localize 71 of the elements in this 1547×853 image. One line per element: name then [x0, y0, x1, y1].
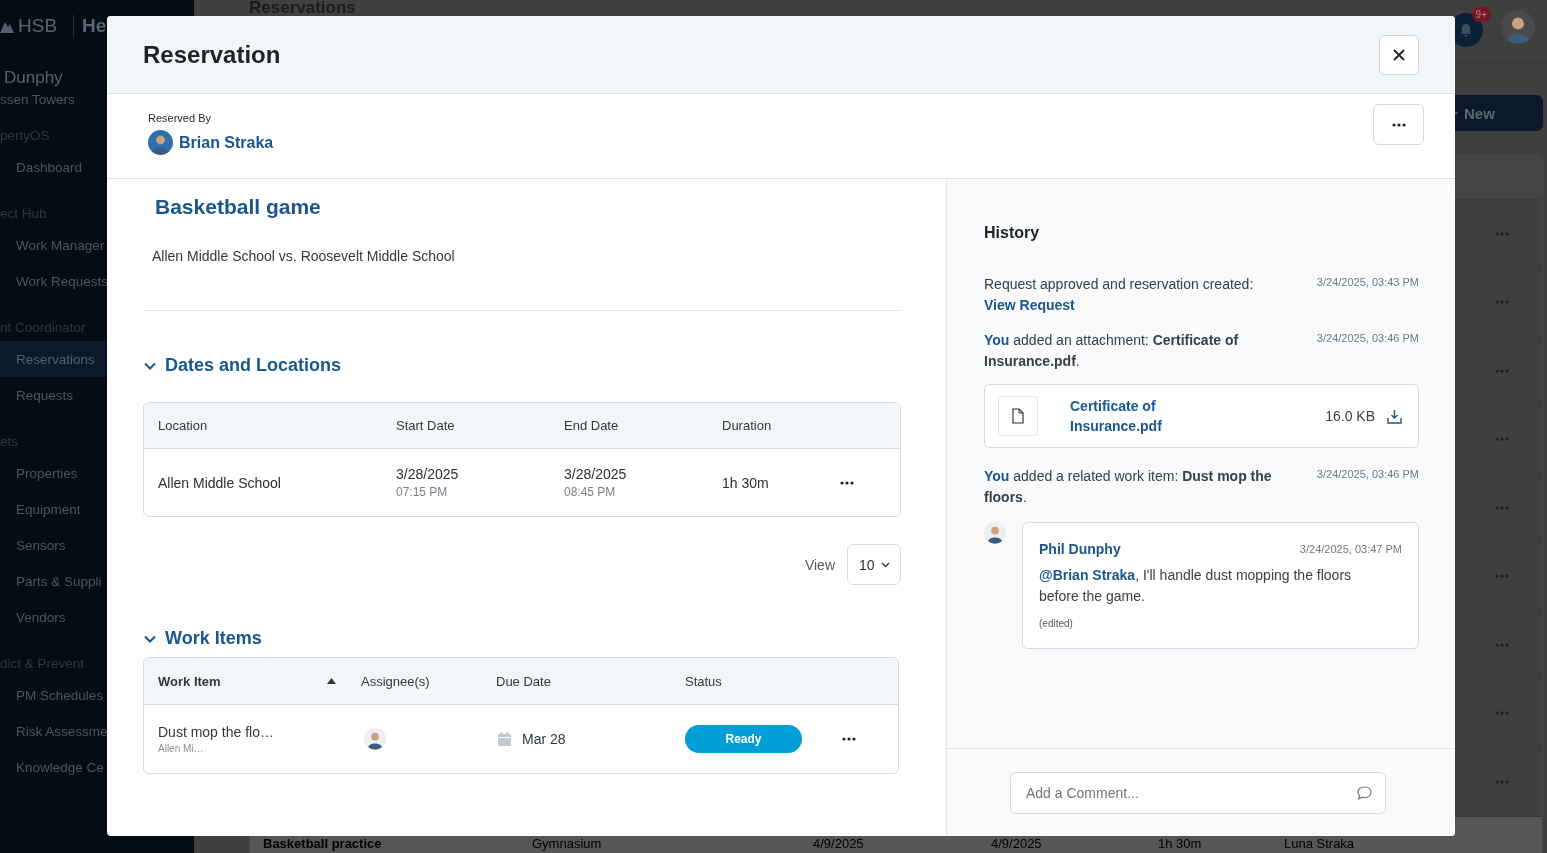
section-title[interactable]: Dates and Locations: [165, 355, 342, 376]
history-text: Request approved and reservation created:: [984, 275, 1254, 294]
column-header: Duration: [722, 418, 773, 433]
column-header[interactable]: Status: [685, 673, 722, 689]
user-avatar: [984, 522, 1006, 544]
file-icon: [998, 396, 1038, 436]
column-header[interactable]: Work Item: [158, 673, 221, 689]
table-cell-text: 4/9/2025: [813, 835, 865, 851]
table-cell-text: 1h 30m: [1158, 835, 1203, 851]
download-icon[interactable]: [1387, 408, 1402, 424]
assignee-avatar: [364, 728, 386, 750]
field-label: Reserved By: [148, 112, 212, 124]
column-header: Location: [158, 418, 209, 433]
timestamp: 3/24/2025, 03:46 PM: [1316, 331, 1419, 346]
notification-badge: 9+: [1471, 7, 1491, 22]
comment-text: @Brian Straka, I'll handle dust mopping the floors before the game.: [1039, 566, 1353, 606]
close-button[interactable]: [1379, 34, 1419, 75]
close-icon: [1393, 48, 1405, 61]
file-link[interactable]: Certificate of Insurance.pdf: [1070, 396, 1190, 436]
work-item-name[interactable]: Dust mop the flo…: [158, 724, 348, 740]
description: Allen Middle School vs. Roosevelt Middle School: [152, 248, 456, 264]
view-label: View: [804, 556, 835, 573]
table-cell: Luna Straka: [1284, 835, 1355, 851]
time-text: 07:15 PM: [396, 485, 449, 499]
history-text: You added a related work item: Dust mop the floors.: [984, 467, 1273, 507]
user-avatar: [1501, 10, 1535, 44]
user-link[interactable]: Brian Straka: [179, 133, 274, 152]
table-cell-text: Gymnasium: [532, 835, 603, 851]
user-avatar: [148, 130, 173, 155]
column-header: Start Date: [396, 418, 456, 433]
table-cell-text: Basketball practice: [263, 835, 383, 851]
time-text: 08:45 PM: [564, 485, 617, 499]
comment-icon[interactable]: [1357, 786, 1372, 800]
page-size-select[interactable]: 10: [847, 544, 901, 585]
brand-name: HSB: [18, 15, 58, 37]
column-header[interactable]: Due Date: [496, 673, 551, 689]
timestamp: 3/24/2025, 03:43 PM: [1316, 275, 1419, 290]
comment-field[interactable]: Add a Comment...: [1010, 772, 1386, 814]
view-request-link[interactable]: View Request: [984, 295, 1075, 316]
caret-icon: [881, 561, 890, 568]
status-badge: Ready: [685, 725, 802, 753]
user-link[interactable]: You: [984, 468, 1010, 484]
user-link[interactable]: You: [984, 332, 1010, 348]
more-icon[interactable]: [842, 737, 856, 741]
section-title[interactable]: Work Items: [165, 628, 262, 649]
table-cell-text: 4/9/2025: [991, 835, 1043, 851]
history-text: You added an attachment: Certificate of Insurance.pdf.: [984, 331, 1240, 371]
more-icon[interactable]: [840, 480, 854, 485]
table-cell-text: Allen Middle School: [158, 474, 282, 491]
column-header[interactable]: Assignee(s): [361, 673, 430, 689]
due-date: Mar 28: [522, 731, 566, 747]
edited-note: (edited): [1039, 618, 1073, 629]
location-text: Allen Mi…: [158, 743, 205, 754]
dialog-title: Reservation: [143, 40, 281, 69]
file-size: 16.0 KB: [1325, 408, 1375, 424]
timestamp: 3/24/2025, 03:47 PM: [1299, 543, 1402, 555]
history-title: History: [984, 224, 1041, 242]
reservation-name: Basketball game: [155, 195, 322, 219]
timestamp: 3/24/2025, 03:46 PM: [1316, 467, 1419, 482]
table-cell-text: 3/28/2025: [396, 466, 460, 482]
user-name: Dunphy: [3, 68, 64, 88]
table-cell-text: 1h 30m: [722, 474, 770, 491]
bell-icon: [1458, 22, 1474, 38]
sort-up-icon[interactable]: [327, 678, 336, 684]
site-name: ssen Towers: [0, 92, 76, 107]
table-cell-text: 3/28/2025: [564, 466, 628, 482]
app-name: He: [73, 15, 107, 37]
column-header: End Date: [564, 418, 620, 433]
more-icon[interactable]: [1391, 122, 1406, 127]
comment-author[interactable]: Phil Dunphy: [1039, 541, 1121, 557]
calendar-icon: [498, 732, 511, 746]
